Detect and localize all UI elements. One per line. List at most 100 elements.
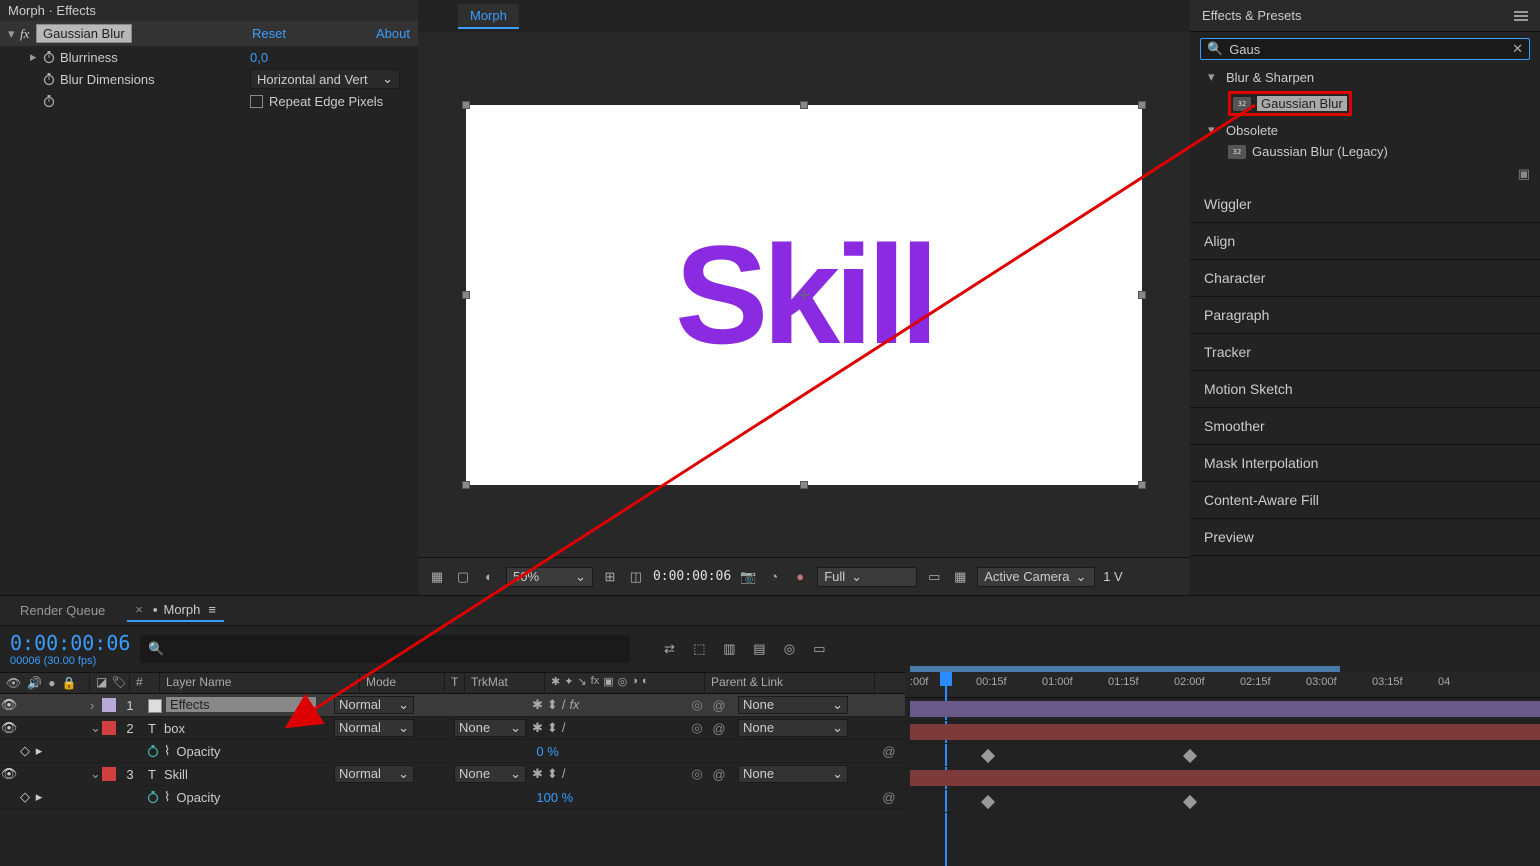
reset-link[interactable]: Reset [252, 26, 286, 41]
snapshot-icon[interactable]: 📷 [739, 568, 757, 586]
3d-draft-icon[interactable]: ⬚ [690, 640, 708, 658]
panel-preview[interactable]: Preview [1190, 519, 1540, 556]
panel-menu-icon[interactable] [1514, 11, 1528, 21]
col-parent[interactable]: Parent & Link [705, 673, 875, 693]
panel-content-aware-fill[interactable]: Content-Aware Fill [1190, 482, 1540, 519]
audio-col-icon[interactable]: 🔊 [27, 676, 42, 690]
timeline-tracks[interactable]: :00f00:15f01:00f01:15f02:00f02:15f03:00f… [905, 672, 1540, 866]
stopwatch-icon[interactable] [146, 744, 160, 758]
blend-mode-dropdown[interactable]: Normal⌄ [334, 696, 414, 714]
keyframe-icon[interactable] [981, 749, 995, 763]
col-num[interactable]: # [130, 673, 160, 693]
prop-blurriness[interactable]: ▸ Blurriness 0,0 [0, 46, 418, 68]
transparency-grid-icon[interactable]: ▢ [454, 568, 472, 586]
matte-icon[interactable]: ◎ [686, 697, 708, 713]
trkmat-dropdown[interactable]: None⌄ [454, 719, 526, 737]
panel-character[interactable]: Character [1190, 260, 1540, 297]
twirl-icon[interactable]: › [90, 698, 102, 713]
property-track[interactable] [905, 744, 1540, 767]
res-icon[interactable]: ⊞ [601, 568, 619, 586]
parent-pickwhip-icon[interactable]: @ [708, 767, 730, 782]
visibility-toggle[interactable]: 👁 [0, 766, 18, 782]
motion-blur-icon[interactable]: ◎ [780, 640, 798, 658]
matte-icon[interactable]: ◎ [686, 766, 708, 782]
col-t[interactable]: T [445, 673, 465, 693]
twirl-icon[interactable]: ⌄ [90, 720, 102, 736]
parent-dropdown[interactable]: None⌄ [738, 719, 848, 737]
panel-paragraph[interactable]: Paragraph [1190, 297, 1540, 334]
layer-name[interactable]: TSkill [144, 767, 334, 782]
grid-icon[interactable]: ▦ [951, 568, 969, 586]
property-value[interactable]: 100 % [536, 790, 573, 805]
keyframe-icon[interactable] [1183, 749, 1197, 763]
keyframe-nav-prev[interactable]: ◇ [18, 743, 32, 759]
keyframe-nav-next[interactable]: ▸ [32, 743, 46, 759]
layer-track[interactable] [905, 698, 1540, 721]
handle-ml[interactable] [462, 291, 470, 299]
color-mgmt-icon[interactable]: ● [791, 568, 809, 586]
panel-smoother[interactable]: Smoother [1190, 408, 1540, 445]
handle-bl[interactable] [462, 481, 470, 489]
layer-switches[interactable]: ✱⬍/ [526, 720, 686, 736]
clear-search-icon[interactable]: ✕ [1512, 41, 1523, 57]
col-mode[interactable]: Mode [360, 673, 445, 693]
resolution-dropdown[interactable]: Full⌄ [817, 567, 917, 587]
blurriness-value[interactable]: 0,0 [250, 50, 268, 65]
about-link[interactable]: About [376, 26, 410, 41]
blend-mode-dropdown[interactable]: Normal⌄ [334, 719, 414, 737]
parent-dropdown[interactable]: None⌄ [738, 765, 848, 783]
playhead-head-icon[interactable] [940, 672, 952, 686]
composition-tab[interactable]: Morph [458, 4, 519, 29]
keyframe-nav-next[interactable]: ▸ [32, 789, 46, 805]
label-color[interactable] [102, 721, 116, 735]
composition-frame[interactable]: Skill ✛ [466, 105, 1142, 485]
stopwatch-icon[interactable] [42, 94, 56, 108]
keyframe-icon[interactable] [981, 795, 995, 809]
keyframe-icon[interactable] [1183, 795, 1197, 809]
col-trkmat[interactable]: TrkMat [465, 673, 545, 693]
trkmat-dropdown[interactable]: None⌄ [454, 765, 526, 783]
dimensions-dropdown[interactable]: Horizontal and Vert⌄ [250, 69, 400, 89]
graph-icon[interactable]: ⌇ [164, 743, 170, 759]
visibility-toggle[interactable]: 👁 [0, 720, 18, 736]
new-bin-icon[interactable]: ▣ [1518, 166, 1530, 181]
expression-pickwhip-icon[interactable]: @ [878, 744, 900, 759]
layer-switches[interactable]: ✱⬍/ [526, 766, 686, 782]
eye-col-icon[interactable]: 👁 [6, 676, 21, 690]
lock-col-icon[interactable]: 🔒 [61, 676, 76, 690]
layer-bar[interactable] [910, 701, 1540, 717]
handle-tr[interactable] [1138, 101, 1146, 109]
viewer-timecode[interactable]: 0:00:00:06 [653, 569, 731, 584]
roi-icon[interactable]: ▦ [428, 568, 446, 586]
handle-br[interactable] [1138, 481, 1146, 489]
twirl-icon[interactable]: ⌄ [90, 766, 102, 782]
panel-align[interactable]: Align [1190, 223, 1540, 260]
parent-pickwhip-icon[interactable]: @ [708, 698, 730, 713]
visibility-toggle[interactable]: 👁 [0, 697, 18, 713]
panel-tracker[interactable]: Tracker [1190, 334, 1540, 371]
parent-dropdown[interactable]: None⌄ [738, 696, 848, 714]
solo-col-icon[interactable]: ● [48, 676, 55, 690]
expression-pickwhip-icon[interactable]: @ [878, 790, 900, 805]
layer-bar[interactable] [910, 724, 1540, 740]
effect-name-badge[interactable]: Gaussian Blur [36, 24, 132, 43]
tree-group-obsolete[interactable]: ▾Obsolete [1190, 119, 1540, 141]
prop-dimensions[interactable]: Blur Dimensions Horizontal and Vert⌄ [0, 68, 418, 90]
zoom-dropdown[interactable]: 50%⌄ [506, 567, 593, 587]
twirl-right-icon[interactable]: ▸ [30, 49, 42, 65]
comp-flowchart-icon[interactable]: ⇄ [660, 640, 678, 658]
views-dropdown[interactable]: 1 V [1103, 569, 1123, 584]
current-time[interactable]: 0:00:00:06 [10, 631, 130, 655]
property-track[interactable] [905, 790, 1540, 813]
tree-group-blur[interactable]: ▾Blur & Sharpen [1190, 66, 1540, 88]
layer-name[interactable]: Tbox [144, 721, 334, 736]
matte-icon[interactable]: ◎ [686, 720, 708, 736]
handle-mr[interactable] [1138, 291, 1146, 299]
time-ruler[interactable]: :00f00:15f01:00f01:15f02:00f02:15f03:00f… [905, 672, 1540, 698]
camera-dropdown[interactable]: Active Camera⌄ [977, 567, 1095, 587]
effects-search-input[interactable] [1229, 42, 1512, 57]
tab-comp[interactable]: ×▪Morph≡ [127, 599, 224, 622]
repeat-checkbox[interactable] [250, 95, 263, 108]
channel-icon[interactable]: ◔ [765, 568, 783, 586]
graph-icon[interactable]: ⌇ [164, 789, 170, 805]
